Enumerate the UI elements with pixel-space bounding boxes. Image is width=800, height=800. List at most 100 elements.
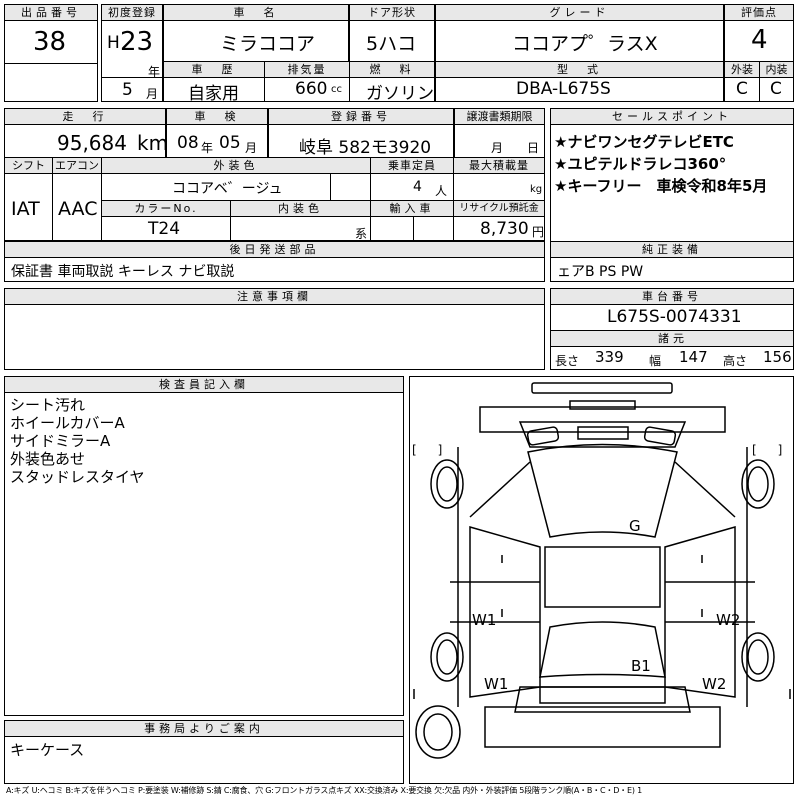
shift-label: シフト	[5, 158, 52, 174]
length-label: 長さ	[555, 354, 580, 368]
office-label: 事務局よりご案内	[5, 721, 403, 737]
first-registration-box: 初度登録 H 23 年 5 月	[101, 4, 163, 102]
genuine-equipment-box: 純正装備 ェアB PS PW	[550, 241, 794, 282]
exterior-color: ココアベ゛ージュ	[172, 181, 283, 197]
damage-mark-w2-rear: W2	[702, 675, 727, 693]
length-value: 339	[595, 348, 624, 366]
model-code: DBA-L675S	[516, 79, 611, 99]
shift-type: IAT	[11, 198, 40, 220]
sales-point-item: ★ユピテルドラレコ360°	[554, 155, 727, 173]
import-box: 輸入車	[370, 200, 454, 241]
sales-points-list: ★ナビワンセグテレビETC ★ユピテルドラレコ360° ★キーフリー 車検令和8…	[554, 131, 767, 197]
first-registration-label: 初度登録	[102, 5, 162, 21]
plate-label: 登録番号	[269, 109, 453, 125]
chassis-box: 車台番号 L675S-0074331 諸元 長さ 339 幅 147 高さ 15…	[550, 288, 794, 370]
lot-number: 38	[33, 27, 67, 57]
inspector-label: 検査員記入欄	[5, 377, 403, 393]
inspector-list: シート汚れ ホイールカバーA サイドミラーA 外装色あせ スタッドレスタイヤ	[10, 396, 145, 486]
fuel-box: 燃 料 ガソリン	[349, 61, 435, 102]
grade-label: グレード	[436, 5, 723, 21]
score-label: 評価点	[725, 5, 793, 21]
displacement: 660	[295, 79, 328, 99]
fuel-label: 燃 料	[350, 62, 434, 78]
exterior-grade-box: 外装 C	[724, 61, 760, 102]
inspector-item: 外装色あせ	[10, 450, 86, 468]
damage-mark-w2-right: W2	[716, 611, 741, 629]
mileage-unit: km	[137, 131, 166, 155]
lot-number-label: 出品番号	[5, 5, 97, 21]
height-label: 高さ	[723, 354, 748, 368]
car-name-box: 車 名 ミラココア	[163, 4, 349, 62]
chassis-label: 車台番号	[551, 289, 793, 305]
vehicle-history: 自家用	[188, 84, 239, 102]
inspection-month-unit: 月	[245, 141, 258, 155]
capacity-label: 乗車定員	[371, 158, 453, 174]
max-load-unit: kg	[530, 184, 543, 195]
car-name-label: 車 名	[164, 5, 348, 21]
damage-mark-b1: B1	[631, 657, 651, 675]
score-box: 評価点 4	[724, 4, 794, 62]
dimensions-label: 諸元	[551, 330, 793, 347]
recycle-box: リサイクル預託金 8,730 円	[453, 200, 545, 241]
capacity-box: 乗車定員 4 人	[370, 157, 454, 201]
car-name: ミラココア	[220, 33, 316, 55]
exterior-grade-label: 外装	[725, 62, 759, 78]
notes-box: 注意事項欄	[4, 288, 545, 370]
inspector-box: 検査員記入欄 シート汚れ ホイールカバーA サイドミラーA 外装色あせ スタッド…	[4, 376, 404, 716]
sales-points-label: セールスポイント	[551, 109, 793, 125]
sales-points-box: セールスポイント ★ナビワンセグテレビETC ★ユピテルドラレコ360° ★キー…	[550, 108, 794, 242]
mileage-box: 走 行 95,684 km	[4, 108, 166, 158]
interior-grade: C	[770, 79, 782, 99]
ac-box: エアコン AAC	[52, 157, 102, 241]
width-value: 147	[679, 348, 708, 366]
transfer-deadline-label: 譲渡書類期限	[455, 109, 544, 125]
interior-grade-box: 内装 C	[759, 61, 794, 102]
chassis-number: L675S-0074331	[607, 307, 742, 327]
grade: ココアプ゜ラスX	[512, 33, 658, 55]
shift-box: シフト IAT	[4, 157, 53, 241]
width-label: 幅	[649, 354, 662, 368]
plate-box: 登録番号 岐阜 582モ3920	[268, 108, 454, 158]
sales-point-item: ★キーフリー 車検令和8年5月	[554, 177, 768, 195]
office-note: キーケース	[10, 741, 85, 759]
damage-mark-w1-rear: W1	[484, 675, 509, 693]
exterior-color-box: 外装色 ココアベ゛ージュ	[101, 157, 371, 201]
displacement-box: 排気量 660 cc	[264, 61, 350, 102]
later-parts-box: 後日発送部品 保証書 車両取説 キーレス ナビ取説	[4, 241, 545, 282]
sales-point-item: ★ナビワンセグテレビETC	[554, 133, 734, 151]
interior-color-label: 内装色	[231, 201, 370, 217]
evaluation-score: 4	[751, 25, 768, 55]
color-number-box: カラーNo. T24	[101, 200, 231, 241]
recycle-fee: 8,730	[480, 219, 529, 239]
height-value: 156	[763, 348, 792, 366]
import-label: 輸入車	[371, 201, 453, 217]
inspection-year-unit: 年	[201, 141, 214, 155]
interior-grade-label: 内装	[760, 62, 793, 78]
notes-label: 注意事項欄	[5, 289, 544, 305]
door-type: 5ハコ	[366, 33, 417, 55]
transfer-day-unit: 日	[527, 141, 540, 155]
era-prefix: H	[107, 33, 120, 53]
registration-year: 23	[120, 27, 154, 57]
exterior-grade: C	[736, 79, 748, 99]
color-number-label: カラーNo.	[102, 201, 230, 217]
inspector-item: スタッドレスタイヤ	[10, 468, 145, 486]
damage-mark-w1-left: W1	[472, 611, 497, 629]
car-outline-drawing	[413, 382, 791, 759]
registration-month: 5	[122, 80, 133, 100]
genuine-equipment-label: 純正装備	[551, 242, 793, 258]
inspection-month: 05	[219, 133, 241, 153]
interior-color-box: 内装色 系	[230, 200, 371, 241]
lot-number-box: 出品番号 38	[4, 4, 98, 102]
seating-capacity: 4	[413, 179, 422, 195]
inspection-label: 車 検	[167, 109, 267, 125]
damage-mark-g: G	[629, 517, 641, 535]
recycle-label: リサイクル預託金	[454, 201, 544, 217]
genuine-equipment: ェアB PS PW	[557, 264, 644, 280]
mileage-label: 走 行	[5, 109, 165, 125]
inspector-item: ホイールカバーA	[10, 414, 125, 432]
inspection-year: 08	[177, 133, 199, 153]
door-type-box: ドア形状 5ハコ	[349, 4, 435, 62]
color-number: T24	[148, 219, 181, 239]
inspector-item: サイドミラーA	[10, 432, 111, 450]
